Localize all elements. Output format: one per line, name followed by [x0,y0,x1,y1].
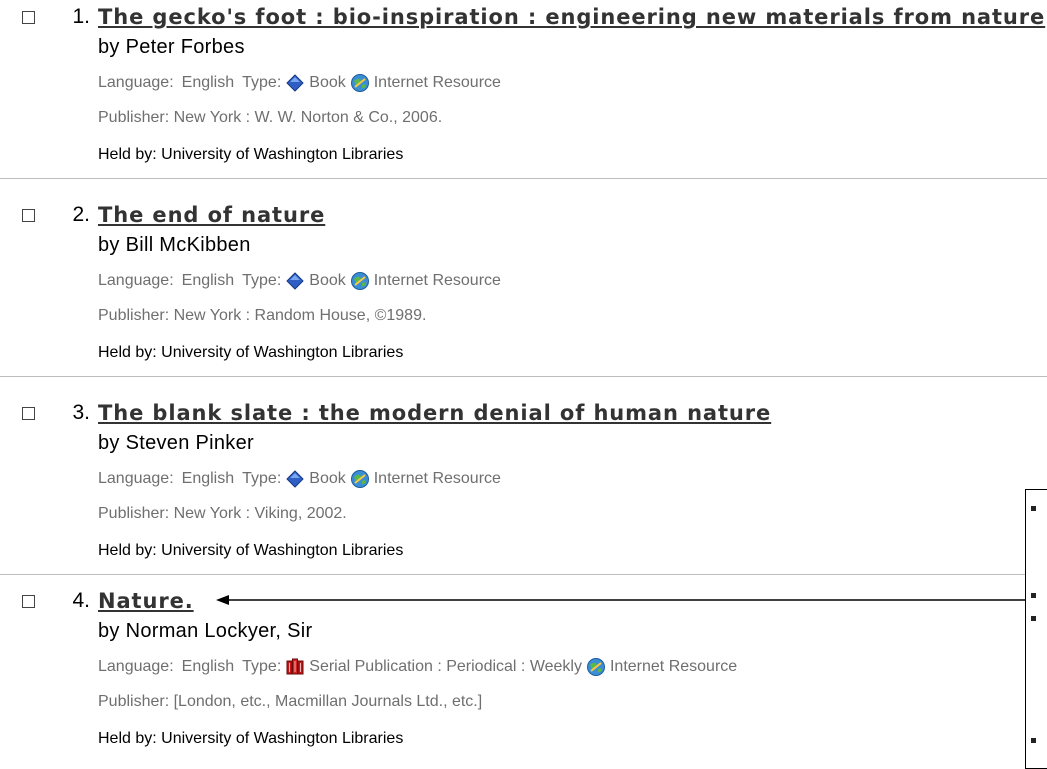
result-title-link[interactable]: The end of nature [98,203,325,227]
type-book-label: Book [309,74,346,91]
type-internet-label: Internet Resource [609,658,738,675]
callout-bullet [1031,593,1036,598]
result-number: 2. [72,203,90,226]
type-label: Type: [242,74,282,91]
result-author: by Norman Lockyer, Sir [98,620,313,642]
result-author: by Steven Pinker [98,432,254,454]
result-publisher: Publisher: New York : Random House, ©198… [98,307,427,324]
result-held-by: Held by: University of Washington Librar… [98,146,404,163]
result-meta-line: Language: English Type: Book Internet Re… [98,469,501,489]
result-number: 3. [72,401,90,424]
language-value: English [181,658,235,675]
result-divider [0,376,1047,377]
internet-resource-icon [586,658,605,676]
result-author: by Bill McKibben [98,234,251,256]
language-label: Language: [98,272,174,289]
result-divider [0,574,1047,575]
result-meta-line: Language: English Type: Serial Publicati… [98,657,737,677]
result-publisher: Publisher: New York : W. W. Norton & Co.… [98,109,443,126]
serial-publication-icon [286,658,304,675]
result-held-by: Held by: University of Washington Librar… [98,542,404,559]
annotation-arrow [216,595,1027,605]
select-checkbox[interactable] [22,209,35,222]
type-label: Type: [242,470,282,487]
callout-bullet [1031,738,1036,743]
select-checkbox[interactable] [22,407,35,420]
result-meta-line: Language: English Type: Book Internet Re… [98,271,501,291]
language-value: English [181,470,235,487]
result-number: 4. [72,589,90,612]
book-icon [286,272,304,290]
result-number: 1. [72,5,90,28]
type-internet-label: Internet Resource [373,272,501,289]
result-held-by: Held by: University of Washington Librar… [98,730,404,747]
result-meta-line: Language: English Type: Book Internet Re… [98,73,501,93]
annotation-callout-box [1025,489,1047,769]
type-label: Type: [242,272,282,289]
select-checkbox[interactable] [22,11,35,24]
select-checkbox[interactable] [22,595,35,608]
internet-resource-icon [350,470,369,488]
internet-resource-icon [350,272,369,290]
result-publisher: Publisher: [London, etc., Macmillan Jour… [98,693,483,710]
result-divider [0,178,1047,179]
result-title-link[interactable]: Nature. [98,589,194,613]
type-internet-label: Internet Resource [373,470,501,487]
type-internet-label: Internet Resource [373,74,501,91]
result-held-by: Held by: University of Washington Librar… [98,344,404,361]
language-value: English [181,74,235,91]
result-title-link[interactable]: The blank slate : the modern denial of h… [98,401,771,425]
type-book-label: Book [309,470,346,487]
type-book-label: Book [309,272,346,289]
callout-bullet [1031,616,1036,621]
result-title-link[interactable]: The gecko's foot : bio-inspiration : eng… [98,5,1045,29]
type-serial-label: Serial Publication : Periodical : Weekly [309,658,582,675]
type-label: Type: [242,658,282,675]
internet-resource-icon [350,74,369,92]
book-icon [286,470,304,488]
language-label: Language: [98,658,174,675]
language-label: Language: [98,74,174,91]
book-icon [286,74,304,92]
callout-bullet [1031,506,1036,511]
language-value: English [181,272,235,289]
result-publisher: Publisher: New York : Viking, 2002. [98,505,347,522]
language-label: Language: [98,470,174,487]
result-author: by Peter Forbes [98,36,245,58]
